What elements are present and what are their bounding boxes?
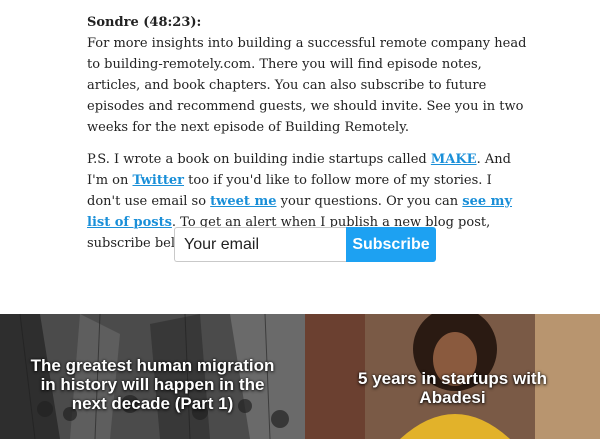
- email-input[interactable]: [174, 227, 346, 262]
- ps-text: P.S. I wrote a book on building indie st…: [87, 152, 431, 167]
- related-posts: The greatest human migration in history …: [0, 314, 600, 439]
- related-post-card[interactable]: The greatest human migration in history …: [0, 314, 305, 439]
- speaker-label: Sondre (48:23):: [87, 15, 202, 30]
- post-title: 5 years in startups with Abadesi: [358, 368, 547, 407]
- newsletter-signup-form: Subscribe: [174, 227, 436, 262]
- related-post-card[interactable]: 5 years in startups with Abadesi: [305, 314, 600, 439]
- closing-paragraph: For more insights into building a succes…: [87, 36, 527, 135]
- make-book-link[interactable]: MAKE: [431, 152, 477, 167]
- ps-text: your questions. Or you can: [276, 194, 463, 209]
- tweet-me-link[interactable]: tweet me: [210, 194, 276, 209]
- twitter-link[interactable]: Twitter: [133, 173, 185, 188]
- article-body: Sondre (48:23): For more insights into b…: [87, 12, 527, 254]
- subscribe-button[interactable]: Subscribe: [346, 227, 436, 262]
- post-title: The greatest human migration in history …: [30, 355, 275, 413]
